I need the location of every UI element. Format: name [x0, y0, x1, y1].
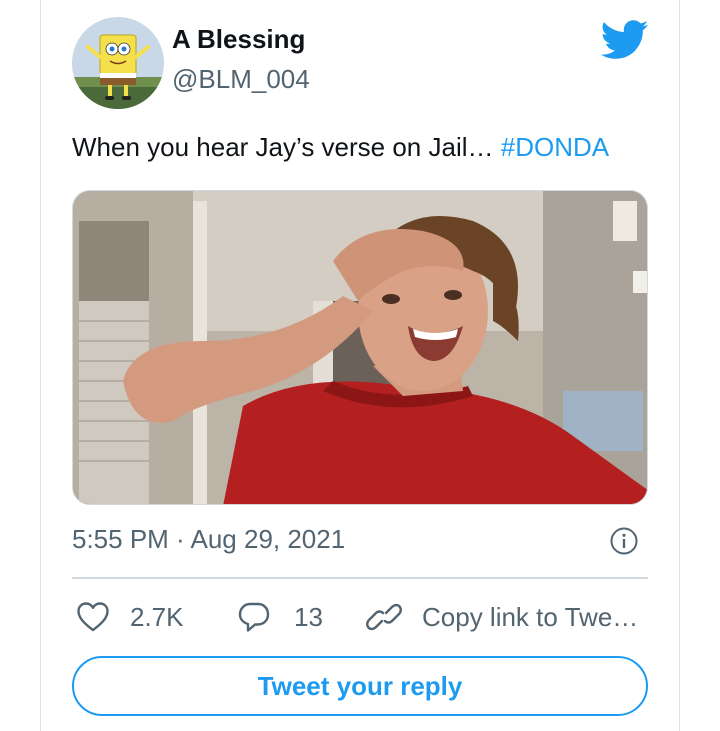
info-icon[interactable] [609, 526, 639, 556]
copy-link-button[interactable]: Copy link to Twe… [366, 596, 638, 638]
author-display-name[interactable]: A Blessing [172, 24, 305, 55]
author-handle[interactable]: @BLM_004 [172, 64, 310, 95]
heart-icon [77, 602, 109, 632]
reply-button[interactable]: 13 [236, 596, 323, 638]
tweet-timestamp[interactable]: 5:55 PM · Aug 29, 2021 [72, 524, 345, 555]
tweet-text: When you hear Jay’s verse on Jail… #DOND… [72, 132, 609, 163]
like-button[interactable]: 2.7K [76, 596, 184, 638]
tweet-body: When you hear Jay’s verse on Jail… [72, 132, 501, 162]
link-icon [366, 603, 402, 631]
tweet-your-reply-button[interactable]: Tweet your reply [72, 656, 648, 716]
twitter-bird-icon[interactable] [600, 20, 649, 60]
hashtag-link[interactable]: #DONDA [501, 132, 609, 162]
avatar[interactable] [72, 17, 164, 109]
speech-bubble-icon [238, 602, 270, 632]
tweet-media-image[interactable] [72, 190, 648, 505]
reply-count: 13 [294, 601, 323, 632]
like-count: 2.7K [130, 601, 184, 632]
divider [72, 577, 648, 579]
copy-link-label: Copy link to Twe… [422, 601, 639, 632]
